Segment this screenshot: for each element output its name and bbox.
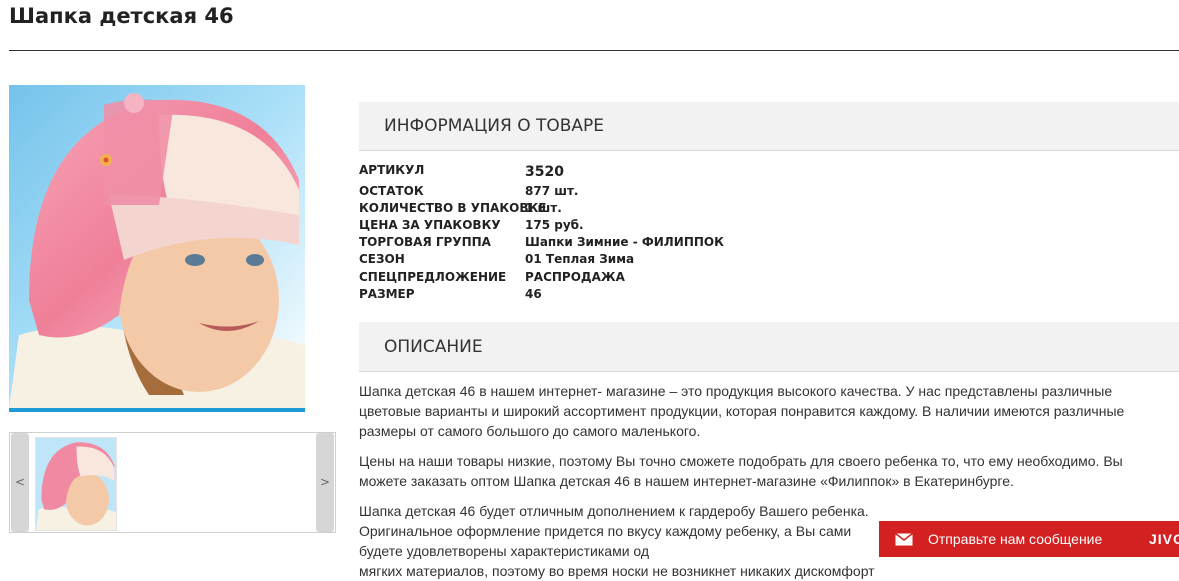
spec-label: РАЗМЕР	[359, 287, 415, 301]
child-hat-photo	[9, 85, 305, 408]
description-paragraph: Шапка детская 46 в нашем интернет- магаз…	[359, 383, 1125, 439]
spec-value: 1 шт.	[525, 201, 562, 215]
spec-value: 877 шт.	[525, 184, 579, 198]
spec-label: СЕЗОН	[359, 252, 405, 266]
spec-label: АРТИКУЛ	[359, 163, 425, 177]
thumbnail-carousel: < >	[9, 432, 336, 533]
product-info-header: ИНФОРМАЦИЯ О ТОВАРЕ	[359, 102, 1179, 151]
spec-label: СПЕЦПРЕДЛОЖЕНИЕ	[359, 270, 507, 284]
spec-label: КОЛИЧЕСТВО В УПАКОВКЕ	[359, 201, 547, 215]
product-main-image[interactable]	[9, 85, 305, 412]
carousel-next-button[interactable]: >	[316, 433, 334, 532]
spec-label: ОСТАТОК	[359, 184, 424, 198]
description-paragraph: Шапка детская 46 будет отличным дополнен…	[359, 503, 869, 559]
spec-value: РАСПРОДАЖА	[525, 270, 625, 284]
thumbnail-photo	[36, 438, 116, 530]
page-title: Шапка детская 46	[9, 4, 234, 28]
product-thumbnail[interactable]	[35, 437, 117, 531]
spec-value: Шапки Зимние - ФИЛИППОК	[525, 235, 724, 249]
chat-widget-brand: JIVOSITE	[1149, 531, 1179, 547]
description-paragraph: Цены на наши товары низкие, поэтому Вы т…	[359, 453, 1123, 489]
chat-widget-label: Отправьте нам сообщение	[928, 531, 1103, 547]
spec-label: ЦЕНА ЗА УПАКОВКУ	[359, 218, 501, 232]
spec-value: 175 руб.	[525, 218, 584, 232]
chat-widget-button[interactable]: Отправьте нам сообщение JIVOSITE	[879, 521, 1179, 557]
envelope-icon	[895, 533, 913, 546]
carousel-prev-button[interactable]: <	[11, 433, 29, 532]
description-paragraph: мягких материалов, поэтому во время носк…	[359, 563, 875, 579]
spec-value: 46	[525, 287, 542, 301]
spec-label: ТОРГОВАЯ ГРУППА	[359, 235, 491, 249]
spec-value: 3520	[525, 164, 564, 180]
description-header: ОПИСАНИЕ	[359, 322, 1179, 372]
spec-value: 01 Теплая Зима	[525, 252, 635, 266]
title-divider	[9, 50, 1179, 51]
